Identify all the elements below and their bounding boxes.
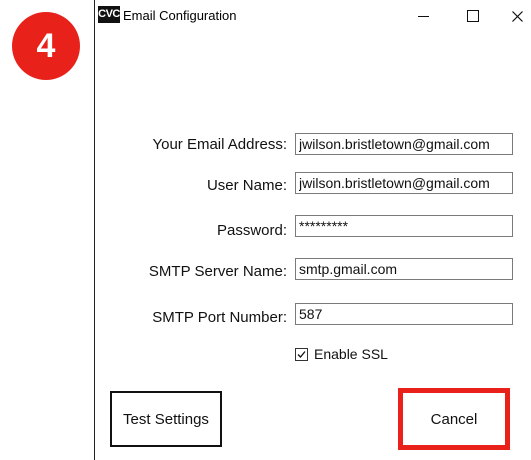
app-icon-text: CVC — [98, 8, 120, 20]
maximize-button[interactable] — [451, 0, 495, 32]
cancel-button[interactable]: Cancel — [398, 388, 510, 450]
smtp-server-input[interactable] — [295, 258, 513, 280]
app-icon: CVC — [98, 6, 120, 23]
enable-ssl-option[interactable]: Enable SSL — [295, 346, 388, 362]
step-number-badge: 4 — [12, 12, 80, 80]
window-title: Email Configuration — [123, 8, 237, 23]
email-address-label: Your Email Address: — [152, 136, 287, 153]
user-name-label: User Name: — [206, 177, 287, 194]
enable-ssl-checkbox[interactable] — [295, 347, 308, 361]
test-settings-button[interactable]: Test Settings — [110, 391, 222, 447]
email-configuration-window: CVC Email Configuration Your Email Addre… — [94, 0, 531, 460]
close-icon — [511, 10, 523, 22]
enable-ssl-label: Enable SSL — [314, 346, 388, 362]
email-address-input[interactable] — [295, 133, 513, 155]
minimize-icon — [417, 15, 429, 17]
close-button[interactable] — [495, 0, 531, 32]
smtp-port-label: SMTP Port Number: — [152, 309, 287, 326]
password-input[interactable] — [295, 215, 513, 237]
smtp-server-label: SMTP Server Name: — [148, 263, 287, 280]
user-name-input[interactable] — [295, 172, 513, 194]
checkmark-icon — [297, 350, 306, 358]
maximize-icon — [467, 10, 479, 22]
minimize-button[interactable] — [401, 0, 445, 32]
password-label: Password: — [216, 222, 287, 239]
smtp-port-input[interactable] — [295, 303, 513, 325]
title-bar: CVC Email Configuration — [95, 0, 531, 32]
